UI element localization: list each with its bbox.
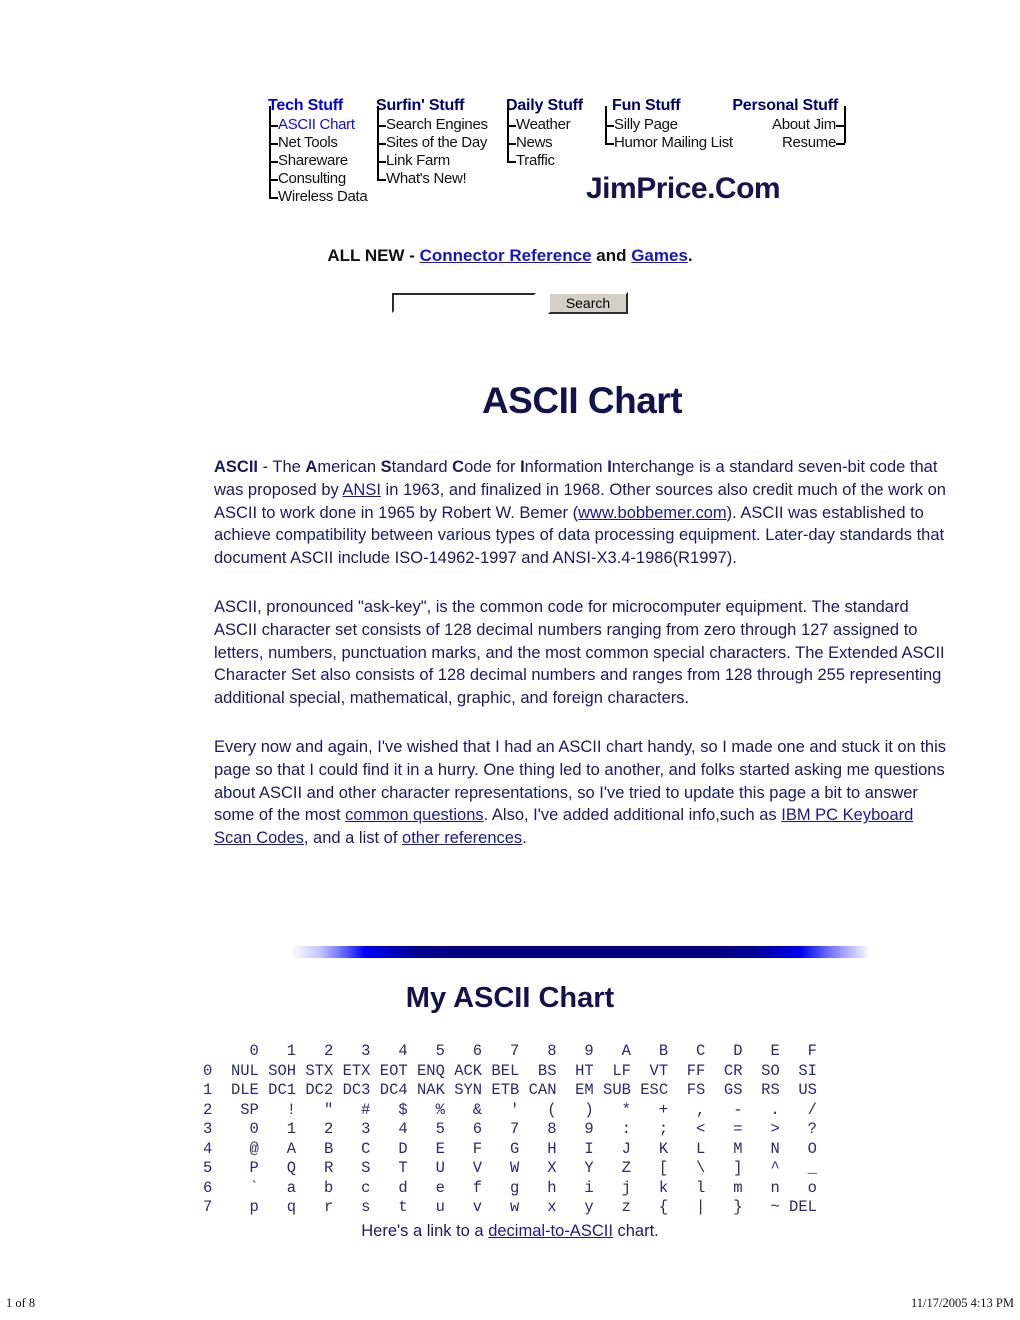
- p3-seg4: .: [522, 829, 527, 848]
- p1-seg3: merican: [317, 458, 381, 476]
- site-logo-jimprice[interactable]: JimPrice.Com: [586, 172, 781, 206]
- link-ansi[interactable]: ANSI: [342, 481, 381, 499]
- footer-page-number: 1 of 8: [6, 1296, 36, 1310]
- p1-seg5: ode for: [464, 458, 521, 476]
- nav-item-humor-mailing-list[interactable]: Humor Mailing List: [605, 134, 733, 152]
- nav-item-consulting[interactable]: Consulting: [269, 170, 368, 188]
- nav-heading-tech-stuff[interactable]: Tech Stuff: [268, 96, 368, 115]
- nav-column-fun-and-personal: Fun Stuff Personal Stuff Silly Page Abou…: [604, 96, 846, 152]
- nav-item-link-farm[interactable]: Link Farm: [377, 152, 496, 170]
- nav-column-surfin-stuff: Surfin' Stuff Search Engines Sites of th…: [376, 96, 496, 188]
- nav-heading-fun-stuff[interactable]: Fun Stuff: [612, 96, 681, 115]
- nav-item-wireless-data[interactable]: Wireless Data: [269, 188, 368, 206]
- nav-item-weather[interactable]: Weather: [507, 116, 594, 134]
- nav-heading-surfin-stuff[interactable]: Surfin' Stuff: [376, 96, 496, 115]
- p1-seg4: tandard: [391, 458, 453, 476]
- nav-column-tech-stuff: Tech Stuff ASCII Chart Net Tools Sharewa…: [268, 96, 368, 206]
- announcement-line: ALL NEW - Connector Reference and Games.: [0, 246, 1020, 266]
- bottom-link-line: Here's a link to a decimal-to-ASCII char…: [0, 1222, 1020, 1241]
- nav-item-silly-page[interactable]: Silly Page: [605, 116, 678, 134]
- p1-ascii-bold: ASCII: [214, 458, 259, 476]
- paragraph-story: Every now and again, I've wished that I …: [214, 736, 950, 850]
- nav-item-whats-new[interactable]: What's New!: [377, 170, 496, 188]
- p3-seg3: , and a list of: [303, 829, 403, 848]
- nav-item-news[interactable]: News: [507, 134, 594, 152]
- main-content: ASCII Chart ASCII - The American Standar…: [214, 380, 950, 850]
- nav-heading-personal-stuff[interactable]: Personal Stuff: [732, 96, 838, 115]
- ascii-chart-table: 0 1 2 3 4 5 6 7 8 9 A B C D E F 0 NUL SO…: [0, 1042, 1020, 1218]
- p1-s-bold: S: [380, 458, 392, 476]
- print-footer: 1 of 8 11/17/2005 4:13 PM: [6, 1296, 1014, 1311]
- gradient-divider: [290, 946, 870, 958]
- p1-seg2: - The: [258, 458, 306, 476]
- nav-item-shareware[interactable]: Shareware: [269, 152, 368, 170]
- nav-list-tech-stuff: ASCII Chart Net Tools Shareware Consulti…: [268, 106, 368, 206]
- search-input[interactable]: [392, 293, 536, 313]
- search-button[interactable]: Search: [548, 292, 628, 314]
- p1-seg6: nformation: [524, 458, 608, 476]
- link-connector-reference[interactable]: Connector Reference: [420, 246, 592, 265]
- ascii-chart-pre: 0 1 2 3 4 5 6 7 8 9 A B C D E F 0 NUL SO…: [203, 1042, 817, 1216]
- nav-list-surfin-stuff: Search Engines Sites of the Day Link Far…: [376, 106, 496, 188]
- nav-item-search-engines[interactable]: Search Engines: [377, 116, 496, 134]
- link-bobbemer[interactable]: www.bobbemer.com: [578, 504, 727, 522]
- link-decimal-to-ascii[interactable]: decimal-to-ASCII: [488, 1222, 613, 1240]
- paragraph-intro: ASCII - The American Standard Code for I…: [214, 456, 950, 570]
- link-other-references[interactable]: other references: [402, 829, 522, 847]
- nav-item-net-tools[interactable]: Net Tools: [269, 134, 368, 152]
- bottom-link-suffix: chart.: [612, 1222, 659, 1240]
- nav-item-traffic[interactable]: Traffic: [507, 152, 594, 170]
- nav-column-daily-stuff: Daily Stuff Weather News Traffic: [506, 96, 594, 170]
- search-form: Search: [0, 292, 1020, 314]
- nav-item-about-jim[interactable]: About Jim: [772, 116, 845, 134]
- link-common-questions[interactable]: common questions: [345, 806, 484, 824]
- nav-item-ascii-chart[interactable]: ASCII Chart: [269, 116, 368, 134]
- link-games[interactable]: Games: [631, 246, 688, 265]
- footer-timestamp: 11/17/2005 4:13 PM: [910, 1296, 1014, 1310]
- announcement-suffix: .: [687, 246, 693, 265]
- nav-list-fun-and-personal: Silly Page About Jim Humor Mailing List …: [604, 106, 846, 152]
- p3-seg2: . Also, I've added additional info,such …: [483, 806, 782, 825]
- chart-heading: My ASCII Chart: [405, 982, 615, 1014]
- bottom-link-prefix: Here's a link to a: [361, 1222, 489, 1240]
- p1-a-bold: A: [305, 458, 318, 476]
- nav-list-daily-stuff: Weather News Traffic: [506, 106, 594, 170]
- nav-item-resume[interactable]: Resume: [782, 134, 846, 152]
- paragraph-definition: ASCII, pronounced "ask-key", is the comm…: [214, 597, 945, 708]
- announcement-prefix: ALL NEW -: [327, 246, 420, 265]
- p1-c-bold: C: [452, 458, 465, 476]
- announcement-middle: and: [591, 246, 632, 265]
- page-title: ASCII Chart: [481, 380, 683, 421]
- site-masthead-nav: Tech Stuff ASCII Chart Net Tools Sharewa…: [268, 96, 846, 218]
- nav-heading-daily-stuff[interactable]: Daily Stuff: [506, 96, 594, 115]
- nav-item-sites-of-the-day[interactable]: Sites of the Day: [377, 134, 496, 152]
